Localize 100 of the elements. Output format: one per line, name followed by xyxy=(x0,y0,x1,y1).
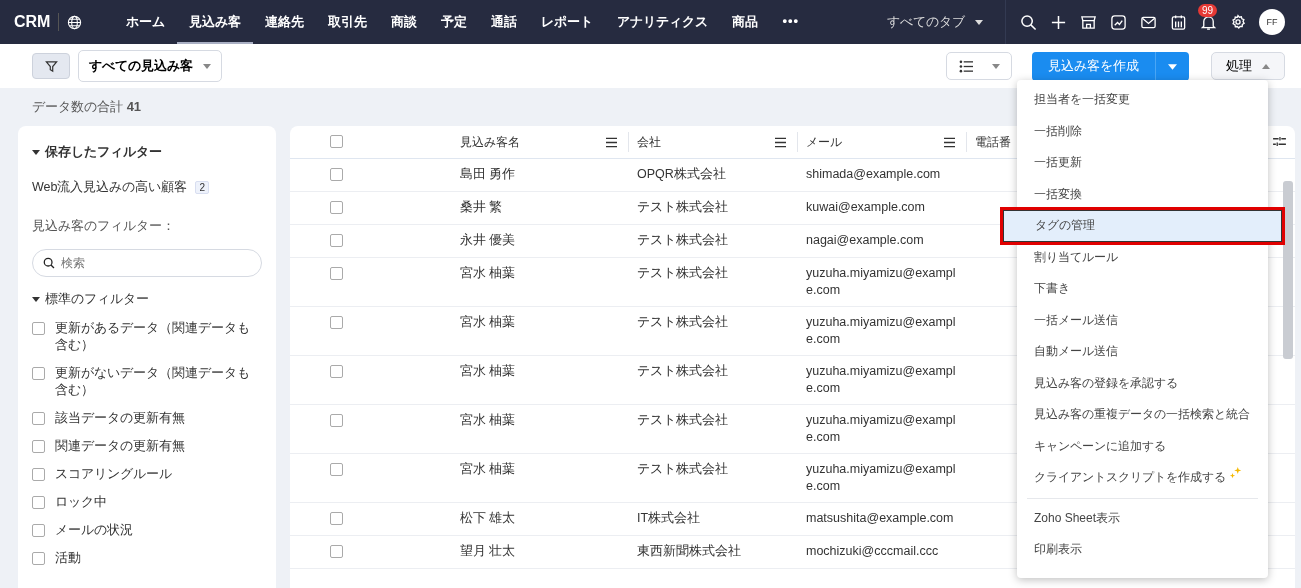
table-cell: 望月 壮太 xyxy=(460,544,516,558)
sparkle-icon xyxy=(1229,465,1243,480)
column-menu-icon[interactable] xyxy=(774,136,787,148)
scrollbar[interactable] xyxy=(1283,181,1293,359)
table-cell-text: yuzuha.miyamizu@exampl e.com xyxy=(806,363,957,397)
menu-item[interactable]: 印刷表示 xyxy=(1017,534,1268,566)
filter-option[interactable]: 活動 xyxy=(55,550,255,567)
filter-option[interactable]: ロック中 xyxy=(55,494,255,511)
filter-option[interactable]: 関連データの更新有無 xyxy=(55,438,255,455)
user-avatar[interactable]: FF xyxy=(1259,9,1285,35)
list-view-dropdown[interactable] xyxy=(946,52,1013,80)
row-checkbox[interactable] xyxy=(330,512,343,525)
nav-tab[interactable]: レポート xyxy=(529,0,606,44)
table-cell-text: shimada@example.com xyxy=(806,166,942,183)
column-menu-icon[interactable] xyxy=(943,136,956,148)
table-cell: テスト株式会社 xyxy=(637,364,728,378)
filter-checkbox[interactable] xyxy=(32,322,45,335)
filter-option[interactable]: 更新がないデータ（関連データも含む） xyxy=(55,365,255,399)
nav-tab[interactable]: ホーム xyxy=(114,0,178,44)
filter-search-field[interactable]: 検索 xyxy=(32,249,262,277)
all-tabs-dropdown[interactable]: すべてのタブ xyxy=(887,13,983,31)
nav-tab[interactable]: 取引先 xyxy=(316,0,380,44)
row-checkbox[interactable] xyxy=(330,463,343,476)
nav-tab[interactable]: 通話 xyxy=(479,0,530,44)
menu-item[interactable]: 一括メール送信 xyxy=(1017,304,1268,336)
row-checkbox[interactable] xyxy=(330,414,343,427)
table-cell: テスト株式会社 xyxy=(637,266,728,280)
menu-item[interactable]: 一括削除 xyxy=(1017,115,1268,147)
globe-icon[interactable] xyxy=(67,14,83,30)
column-settings-icon[interactable] xyxy=(1272,136,1287,147)
filter-button[interactable] xyxy=(32,53,70,79)
column-menu-icon[interactable] xyxy=(605,136,618,148)
view-dropdown[interactable]: すべての見込み客 xyxy=(78,50,222,82)
plus-icon[interactable] xyxy=(1050,13,1067,31)
create-options-dropdown[interactable] xyxy=(1155,51,1190,81)
more-tabs[interactable]: ••• xyxy=(770,0,812,44)
filter-option[interactable]: 該当データの更新有無 xyxy=(55,410,255,427)
collapse-icon[interactable] xyxy=(32,297,40,303)
collapse-icon[interactable] xyxy=(32,150,40,156)
saved-filter[interactable]: Web流入見込みの高い顧客 xyxy=(32,179,188,196)
row-checkbox[interactable] xyxy=(330,234,343,247)
row-checkbox[interactable] xyxy=(330,201,343,214)
nav-tab[interactable]: 予定 xyxy=(429,0,480,44)
menu-item[interactable]: 見込み客の重複データの一括検索と統合 xyxy=(1017,399,1268,431)
row-checkbox[interactable] xyxy=(330,316,343,329)
saved-filters-header[interactable]: 保存したフィルター xyxy=(45,145,162,159)
chart-icon[interactable] xyxy=(1110,13,1127,31)
table-cell-text: matsushita@example.com xyxy=(806,510,955,527)
column-header[interactable]: 電話番 xyxy=(975,133,1011,151)
table-cell: 宮水 柚葉 xyxy=(460,364,516,378)
table-cell: テスト株式会社 xyxy=(637,233,728,247)
nav-tab[interactable]: 商品 xyxy=(720,0,771,44)
store-icon[interactable] xyxy=(1080,13,1097,31)
filter-label: 見込み客のフィルター： xyxy=(32,218,176,235)
table-cell: OPQR株式会社 xyxy=(637,167,726,181)
filter-checkbox[interactable] xyxy=(32,524,45,537)
notification-badge: 99 xyxy=(1198,3,1218,17)
action-button[interactable]: 処理 xyxy=(1211,52,1285,80)
filter-checkbox[interactable] xyxy=(32,440,45,453)
menu-item[interactable]: 一括更新 xyxy=(1017,147,1268,179)
menu-item[interactable]: 担当者を一括変更 xyxy=(1017,84,1268,116)
select-all-checkbox[interactable] xyxy=(330,135,343,148)
row-checkbox[interactable] xyxy=(330,365,343,378)
menu-item[interactable]: 下書き xyxy=(1017,273,1268,305)
menu-item[interactable]: 見込み客の登録を承認する xyxy=(1017,367,1268,399)
menu-item[interactable]: タグの管理 xyxy=(1003,210,1282,242)
nav-tab[interactable]: アナリティクス xyxy=(605,0,721,44)
column-header[interactable]: メール xyxy=(806,133,842,151)
filter-checkbox[interactable] xyxy=(32,412,45,425)
calendar-icon[interactable] xyxy=(1170,13,1187,31)
menu-item[interactable]: クライアントスクリプトを作成する xyxy=(1017,462,1268,494)
menu-item[interactable]: 一括変換 xyxy=(1017,178,1268,210)
menu-item[interactable]: Zoho Sheet表示 xyxy=(1017,502,1268,534)
row-checkbox[interactable] xyxy=(330,545,343,558)
nav-tab[interactable]: 見込み客 xyxy=(177,0,254,44)
menu-item[interactable]: キャンペーンに追加する xyxy=(1017,430,1268,462)
filter-checkbox[interactable] xyxy=(32,552,45,565)
filter-option[interactable]: メールの状況 xyxy=(55,522,255,539)
standard-filters-header[interactable]: 標準のフィルター xyxy=(45,292,149,306)
nav-tab[interactable]: 連絡先 xyxy=(253,0,317,44)
filter-checkbox[interactable] xyxy=(32,468,45,481)
search-icon[interactable] xyxy=(1020,13,1037,31)
filter-option[interactable]: 更新があるデータ（関連データも含む） xyxy=(55,320,255,354)
total-count: データ数の合計 41 xyxy=(32,98,142,116)
filter-option[interactable]: スコアリングルール xyxy=(55,466,255,483)
row-checkbox[interactable] xyxy=(330,168,343,181)
menu-item[interactable]: 自動メール送信 xyxy=(1017,336,1268,368)
nav-tab[interactable]: 商談 xyxy=(379,0,430,44)
app-logo[interactable]: CRM xyxy=(14,13,60,31)
filter-icon xyxy=(44,59,58,73)
row-checkbox[interactable] xyxy=(330,267,343,280)
filter-checkbox[interactable] xyxy=(32,367,45,380)
settings-icon[interactable] xyxy=(1230,14,1246,30)
table-cell: テスト株式会社 xyxy=(637,413,728,427)
menu-item[interactable]: 割り当てルール xyxy=(1017,241,1268,273)
column-header[interactable]: 会社 xyxy=(637,133,661,151)
filter-checkbox[interactable] xyxy=(32,496,45,509)
table-cell: 島田 勇作 xyxy=(460,167,516,181)
column-header[interactable]: 見込み客名 xyxy=(460,133,520,151)
table-cell: テスト株式会社 xyxy=(637,200,728,214)
